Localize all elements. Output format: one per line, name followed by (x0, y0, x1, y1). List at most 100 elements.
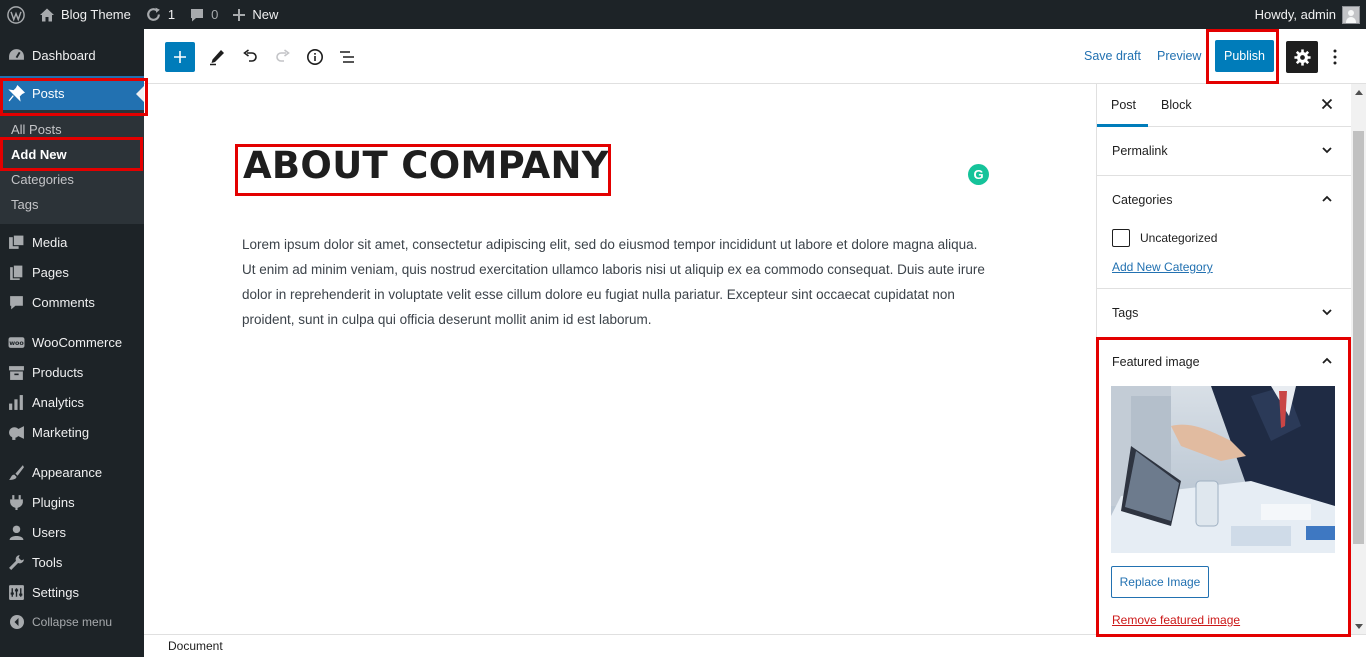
plus-icon (233, 8, 246, 21)
redo-button[interactable] (267, 41, 299, 73)
wrench-icon (8, 554, 25, 571)
menu-tools-label: Tools (32, 554, 63, 570)
featured-image-toggle[interactable]: Featured image (1097, 338, 1351, 386)
list-view-icon (340, 51, 354, 63)
undo-button[interactable] (234, 41, 266, 73)
comments-link[interactable]: 0 (182, 0, 225, 29)
grammarly-icon[interactable]: G (968, 164, 989, 185)
users-icon (8, 524, 25, 541)
post-title[interactable]: ABOUT COMPANY (243, 144, 609, 187)
tags-section: Tags (1097, 289, 1351, 338)
scroll-up-arrow[interactable] (1351, 84, 1366, 99)
tools-button[interactable] (201, 41, 233, 73)
remove-featured-image-link[interactable]: Remove featured image (1097, 613, 1351, 627)
categories-toggle[interactable]: Categories (1097, 176, 1351, 224)
tags-toggle[interactable]: Tags (1097, 289, 1351, 337)
wordpress-logo-button[interactable] (0, 0, 32, 29)
undo-icon (243, 49, 257, 62)
settings-button[interactable] (1286, 41, 1318, 73)
menu-products-label: Products (32, 364, 84, 380)
paragraph-block[interactable]: Lorem ipsum dolor sit amet, consectetur … (242, 232, 992, 332)
menu-appearance[interactable]: Appearance (0, 457, 144, 487)
menu-woocommerce[interactable]: woo WooCommerce (0, 327, 144, 357)
category-option[interactable]: Uncategorized (1097, 224, 1351, 252)
replace-image-button[interactable]: Replace Image (1111, 566, 1209, 598)
tab-block[interactable]: Block (1161, 98, 1192, 112)
menu-settings-label: Settings (32, 584, 79, 600)
analytics-icon (8, 394, 25, 411)
menu-comments-label: Comments (32, 294, 95, 310)
menu-dashboard[interactable]: Dashboard (0, 40, 144, 70)
categories-label: Categories (1112, 193, 1173, 207)
comments-icon (8, 294, 25, 311)
scroll-thumb[interactable] (1353, 131, 1364, 544)
info-icon (307, 49, 323, 65)
close-icon (1321, 98, 1333, 110)
editor-canvas: ABOUT COMPANY G Lorem ipsum dolor sit am… (144, 84, 1096, 634)
add-block-button[interactable] (165, 42, 195, 72)
menu-dashboard-label: Dashboard (32, 47, 96, 63)
pin-icon (8, 84, 25, 102)
howdy-text: Howdy, admin (1254, 7, 1336, 22)
list-view-button[interactable] (331, 41, 363, 73)
menu-marketing[interactable]: Marketing (0, 417, 144, 447)
menu-woocommerce-label: WooCommerce (32, 334, 123, 350)
settings-sidebar: Post Block Permalink Categories Uncatego… (1096, 84, 1351, 634)
menu-comments[interactable]: Comments (0, 287, 144, 317)
details-button[interactable] (299, 41, 331, 73)
woocommerce-icon: woo (8, 334, 25, 351)
collapse-menu-button[interactable]: Collapse menu (0, 607, 144, 637)
scroll-down-arrow[interactable] (1351, 619, 1366, 634)
breadcrumb-document[interactable]: Document (168, 639, 223, 653)
menu-posts-label: Posts (32, 85, 65, 101)
add-new-category-link[interactable]: Add New Category (1097, 260, 1351, 274)
submenu-tags[interactable]: Tags (0, 192, 144, 217)
menu-analytics[interactable]: Analytics (0, 387, 144, 417)
close-panel-button[interactable] (1321, 95, 1333, 115)
menu-tools[interactable]: Tools (0, 547, 144, 577)
admin-sidebar: Dashboard Posts All Posts Add New Catego… (0, 29, 144, 657)
menu-media[interactable]: Media (0, 227, 144, 257)
submenu-add-new[interactable]: Add New (0, 142, 144, 167)
tab-post[interactable]: Post (1111, 98, 1136, 112)
save-draft-button[interactable]: Save draft (1084, 49, 1141, 63)
site-name-link[interactable]: Blog Theme (32, 0, 138, 29)
category-checkbox[interactable] (1112, 229, 1130, 247)
menu-media-label: Media (32, 234, 68, 250)
category-option-label: Uncategorized (1140, 231, 1218, 245)
tags-label: Tags (1112, 306, 1139, 320)
dashboard-icon (8, 47, 25, 64)
updates-link[interactable]: 1 (138, 0, 182, 29)
menu-plugins[interactable]: Plugins (0, 487, 144, 517)
preview-button[interactable]: Preview (1157, 49, 1201, 63)
updates-icon (147, 7, 160, 21)
menu-posts[interactable]: Posts (0, 76, 144, 110)
submenu-all-posts[interactable]: All Posts (0, 117, 144, 142)
paintbrush-icon (8, 464, 25, 481)
site-name: Blog Theme (61, 7, 131, 22)
pencil-icon (210, 50, 224, 66)
panel-scrollbar[interactable] (1351, 84, 1366, 634)
publish-button[interactable]: Publish (1215, 40, 1274, 72)
menu-pages[interactable]: Pages (0, 257, 144, 287)
my-account-link[interactable]: Howdy, admin (1248, 0, 1366, 29)
menu-products[interactable]: Products (0, 357, 144, 387)
permalink-toggle[interactable]: Permalink (1097, 127, 1351, 175)
new-content-link[interactable]: New (225, 0, 285, 29)
comment-icon (191, 8, 204, 21)
editor-header: Save draft Preview Publish (144, 29, 1366, 84)
categories-section: Categories Uncategorized Add New Categor… (1097, 176, 1351, 289)
more-vertical-icon (1333, 49, 1337, 65)
submenu-categories[interactable]: Categories (0, 167, 144, 192)
permalink-label: Permalink (1112, 144, 1168, 158)
menu-users[interactable]: Users (0, 517, 144, 547)
menu-settings[interactable]: Settings (0, 577, 144, 607)
svg-text:woo: woo (9, 339, 24, 347)
admin-bar: Blog Theme 1 0 New Howdy, admin (0, 0, 1366, 29)
products-icon (8, 364, 25, 381)
featured-image-preview[interactable] (1111, 386, 1335, 553)
chevron-down-icon (1322, 309, 1332, 316)
collapse-icon (8, 614, 25, 631)
comments-count: 0 (211, 7, 219, 22)
more-options-button[interactable] (1324, 41, 1346, 73)
